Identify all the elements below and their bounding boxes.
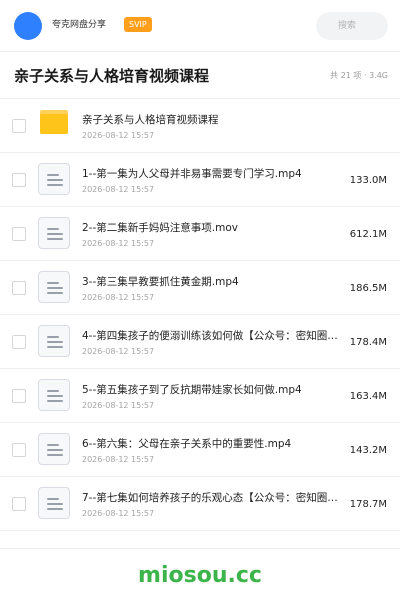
file-icon bbox=[38, 433, 70, 465]
file-date: 2026-08-12 15:57 bbox=[82, 455, 155, 464]
list-item[interactable]: 7--第七集如何培养孩子的乐观心态【公众号：密知圈… 2026-08-12 15… bbox=[0, 477, 400, 531]
file-name: 3--第三集早教要抓住黄金期.mp4 bbox=[82, 276, 239, 288]
file-name: 6--第六集：父母在亲子关系中的重要性.mp4 bbox=[82, 438, 292, 450]
file-date: 2026-08-12 15:57 bbox=[82, 185, 155, 194]
page-title: 亲子关系与人格培育视频课程 bbox=[14, 67, 210, 85]
row-checkbox[interactable] bbox=[12, 389, 26, 403]
file-size: 133.0M bbox=[349, 175, 387, 186]
file-date: 2026-08-12 15:57 bbox=[82, 131, 155, 140]
file-name: 亲子关系与人格培育视频课程 bbox=[82, 114, 219, 126]
file-name: 5--第五集孩子到了反抗期带娃家长如何做.mp4 bbox=[82, 384, 302, 396]
file-icon bbox=[38, 379, 70, 411]
list-item[interactable]: 4--第四集孩子的便溺训练该如何做【公众号：密知圈… 2026-08-12 15… bbox=[0, 315, 400, 369]
file-date: 2026-08-12 15:57 bbox=[82, 347, 155, 356]
file-list: 亲子关系与人格培育视频课程 2026-08-12 15:57 1--第一集为人父… bbox=[0, 99, 400, 531]
row-checkbox[interactable] bbox=[12, 335, 26, 349]
header-bar: 夸克网盘分享 SVIP 搜索 bbox=[0, 0, 400, 52]
avatar[interactable] bbox=[14, 12, 42, 40]
file-name: 2--第二集新手妈妈注意事项.mov bbox=[82, 222, 238, 234]
file-size: 186.5M bbox=[349, 283, 387, 294]
footer: miosou.cc bbox=[0, 548, 400, 600]
list-item[interactable]: 6--第六集：父母在亲子关系中的重要性.mp4 2026-08-12 15:57… bbox=[0, 423, 400, 477]
file-name: 7--第七集如何培养孩子的乐观心态【公众号：密知圈… bbox=[82, 492, 338, 504]
file-icon bbox=[38, 487, 70, 519]
row-checkbox[interactable] bbox=[12, 119, 26, 133]
file-size: 163.4M bbox=[349, 391, 387, 402]
file-size: 143.2M bbox=[349, 445, 387, 456]
list-item[interactable]: 1--第一集为人父母并非易事需要专门学习.mp4 2026-08-12 15:5… bbox=[0, 153, 400, 207]
list-item[interactable]: 5--第五集孩子到了反抗期带娃家长如何做.mp4 2026-08-12 15:5… bbox=[0, 369, 400, 423]
folder-meta: 共 21 项 · 3.4G bbox=[330, 71, 388, 80]
file-size: 178.7M bbox=[349, 499, 387, 510]
file-date: 2026-08-12 15:57 bbox=[82, 509, 155, 518]
file-date: 2026-08-12 15:57 bbox=[82, 239, 155, 248]
file-size: 612.1M bbox=[349, 229, 387, 240]
watermark-text: miosou.cc bbox=[138, 563, 262, 588]
file-date: 2026-08-12 15:57 bbox=[82, 293, 155, 302]
row-checkbox[interactable] bbox=[12, 173, 26, 187]
list-item[interactable]: 亲子关系与人格培育视频课程 2026-08-12 15:57 bbox=[0, 99, 400, 153]
svip-badge: SVIP bbox=[124, 17, 152, 32]
file-name: 1--第一集为人父母并非易事需要专门学习.mp4 bbox=[82, 168, 302, 180]
row-checkbox[interactable] bbox=[12, 497, 26, 511]
file-icon bbox=[38, 325, 70, 357]
row-checkbox[interactable] bbox=[12, 443, 26, 457]
search-input[interactable]: 搜索 bbox=[316, 12, 388, 40]
folder-icon bbox=[40, 110, 68, 134]
row-checkbox[interactable] bbox=[12, 281, 26, 295]
file-name: 4--第四集孩子的便溺训练该如何做【公众号：密知圈… bbox=[82, 330, 338, 342]
file-size: 178.4M bbox=[349, 337, 387, 348]
list-item[interactable]: 3--第三集早教要抓住黄金期.mp4 2026-08-12 15:57 186.… bbox=[0, 261, 400, 315]
file-icon bbox=[38, 163, 70, 195]
list-item[interactable]: 2--第二集新手妈妈注意事项.mov 2026-08-12 15:57 612.… bbox=[0, 207, 400, 261]
share-owner-name: 夸克网盘分享 bbox=[52, 20, 107, 30]
file-date: 2026-08-12 15:57 bbox=[82, 401, 155, 410]
file-icon bbox=[38, 271, 70, 303]
file-icon bbox=[38, 217, 70, 249]
row-checkbox[interactable] bbox=[12, 227, 26, 241]
folder-title-bar: 亲子关系与人格培育视频课程 共 21 项 · 3.4G bbox=[0, 52, 400, 99]
